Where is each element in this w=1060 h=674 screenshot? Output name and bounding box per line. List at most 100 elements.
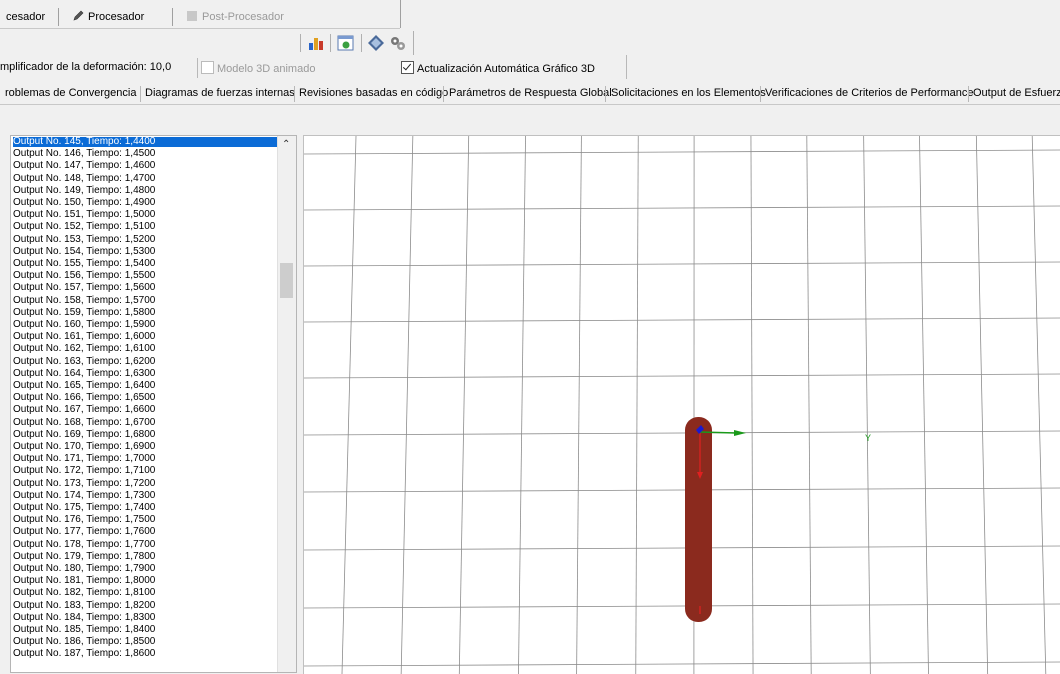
list-item[interactable]: Output No. 170, Tiempo: 1,6900 — [13, 442, 155, 452]
tab-procesador[interactable]: Procesador — [66, 7, 150, 27]
tab-diagramas-fuerzas[interactable]: Diagramas de fuerzas internas — [145, 87, 295, 99]
list-scrollbar[interactable]: ⌃ — [277, 136, 296, 672]
tab-convergencia[interactable]: roblemas de Convergencia — [5, 87, 136, 99]
list-item[interactable]: Output No. 186, Tiempo: 1,8500 — [13, 637, 155, 647]
toolbar-divider — [330, 34, 331, 52]
chart-bar-icon[interactable] — [306, 33, 326, 53]
grid-line — [304, 262, 1060, 266]
grid-line — [518, 136, 525, 674]
list-item[interactable]: Output No. 152, Tiempo: 1,5100 — [13, 222, 155, 232]
tab-frame-edge — [400, 0, 401, 28]
axis-y-arrow — [734, 430, 746, 436]
list-item[interactable]: Output No. 181, Tiempo: 1,8000 — [13, 576, 155, 586]
list-item[interactable]: Output No. 185, Tiempo: 1,8400 — [13, 625, 155, 635]
list-item[interactable]: Output No. 167, Tiempo: 1,6600 — [13, 405, 155, 415]
list-item[interactable]: Output No. 158, Tiempo: 1,5700 — [13, 296, 155, 306]
list-item[interactable]: Output No. 159, Tiempo: 1,5800 — [13, 308, 155, 318]
grid-line — [342, 136, 356, 674]
gears-icon[interactable] — [388, 33, 408, 53]
grid-line — [401, 136, 413, 674]
structural-element — [685, 417, 712, 622]
grid-line — [304, 431, 1060, 435]
diamond-nav-icon[interactable] — [366, 33, 386, 53]
tab-verificaciones-performance[interactable]: Verificaciones de Criterios de Performan… — [765, 87, 973, 99]
list-item[interactable]: Output No. 174, Tiempo: 1,7300 — [13, 491, 155, 501]
list-item[interactable]: Output No. 154, Tiempo: 1,5300 — [13, 247, 155, 257]
checkbox-box — [201, 61, 214, 74]
list-item[interactable]: Output No. 145, Tiempo: 1,4400 — [13, 137, 277, 147]
list-item[interactable]: Output No. 157, Tiempo: 1,5600 — [13, 283, 155, 293]
list-item[interactable]: Output No. 146, Tiempo: 1,4500 — [13, 149, 155, 159]
tab-label: cesador — [6, 11, 45, 23]
list-item[interactable]: Output No. 182, Tiempo: 1,8100 — [13, 588, 155, 598]
grid-line — [751, 136, 753, 674]
list-item[interactable]: Output No. 183, Tiempo: 1,8200 — [13, 601, 155, 611]
axis-y-line — [700, 432, 736, 433]
list-item[interactable]: Output No. 156, Tiempo: 1,5500 — [13, 271, 155, 281]
tab-respuesta-global[interactable]: Parámetros de Respuesta Global — [449, 87, 612, 99]
list-item[interactable]: Output No. 162, Tiempo: 1,6100 — [13, 344, 155, 354]
list-item[interactable]: Output No. 151, Tiempo: 1,5000 — [13, 210, 155, 220]
grid-line — [304, 374, 1060, 378]
list-item[interactable]: Output No. 171, Tiempo: 1,7000 — [13, 454, 155, 464]
tab-divider — [172, 8, 173, 26]
pencil-icon — [72, 9, 84, 21]
list-item[interactable]: Output No. 173, Tiempo: 1,7200 — [13, 479, 155, 489]
animated-model-checkbox[interactable]: Modelo 3D animado — [201, 61, 315, 75]
list-item[interactable]: Output No. 164, Tiempo: 1,6300 — [13, 369, 155, 379]
list-item[interactable]: Output No. 163, Tiempo: 1,6200 — [13, 357, 155, 367]
options-row: mplificador de la deformación: 10,0 Mode… — [0, 55, 1060, 79]
list-item[interactable]: Output No. 155, Tiempo: 1,5400 — [13, 259, 155, 269]
list-item[interactable]: Output No. 160, Tiempo: 1,5900 — [13, 320, 155, 330]
auto-update-3d-checkbox[interactable]: Actualización Automática Gráfico 3D — [401, 61, 595, 75]
grid-line — [920, 136, 929, 674]
tab-revisiones-codigo[interactable]: Revisiones basadas en código — [299, 87, 448, 99]
list-item[interactable]: Output No. 169, Tiempo: 1,6800 — [13, 430, 155, 440]
tab-label: Procesador — [88, 11, 144, 23]
refresh-icon[interactable] — [336, 33, 356, 53]
list-item[interactable]: Output No. 172, Tiempo: 1,7100 — [13, 466, 155, 476]
toolbar-divider — [413, 31, 414, 55]
list-item[interactable]: Output No. 161, Tiempo: 1,6000 — [13, 332, 155, 342]
top-tab-bar: cesador Procesador Post-Procesador — [0, 0, 1060, 30]
list-item[interactable]: Output No. 153, Tiempo: 1,5200 — [13, 235, 155, 245]
list-item[interactable]: Output No. 176, Tiempo: 1,7500 — [13, 515, 155, 525]
list-item[interactable]: Output No. 168, Tiempo: 1,6700 — [13, 418, 155, 428]
tab-divider — [605, 86, 606, 102]
auto-update-3d-label: Actualización Automática Gráfico 3D — [417, 63, 595, 75]
list-item[interactable]: Output No. 149, Tiempo: 1,4800 — [13, 186, 155, 196]
grid-line — [304, 546, 1060, 550]
grid-line — [636, 136, 638, 674]
list-item[interactable]: Output No. 165, Tiempo: 1,6400 — [13, 381, 155, 391]
tab-divider — [443, 86, 444, 102]
chevron-up-icon[interactable]: ⌃ — [282, 139, 290, 150]
grid-line — [807, 136, 811, 674]
list-item[interactable]: Output No. 179, Tiempo: 1,7800 — [13, 552, 155, 562]
list-item[interactable]: Output No. 147, Tiempo: 1,4600 — [13, 161, 155, 171]
list-item[interactable]: Output No. 166, Tiempo: 1,6500 — [13, 393, 155, 403]
tab-output-esfuerzos[interactable]: Output de Esfuerzos — [973, 87, 1060, 99]
scroll-thumb[interactable] — [280, 263, 293, 298]
list-item[interactable]: Output No. 150, Tiempo: 1,4900 — [13, 198, 155, 208]
grid-line — [304, 150, 1060, 154]
tab-post-procesador[interactable]: Post-Procesador — [180, 7, 290, 27]
list-item[interactable]: Output No. 148, Tiempo: 1,4700 — [13, 174, 155, 184]
toolbar-divider — [300, 34, 301, 52]
grid-line — [304, 488, 1060, 492]
3d-viewport[interactable]: Y — [303, 135, 1060, 674]
tab-preprocesador[interactable]: cesador — [0, 7, 51, 27]
tab-solicitaciones[interactable]: Solicitaciones en los Elementos — [611, 87, 766, 99]
deformation-amplifier-label: mplificador de la deformación: 10,0 — [0, 61, 171, 73]
tab-divider — [58, 8, 59, 26]
list-item[interactable]: Output No. 187, Tiempo: 1,8600 — [13, 649, 155, 659]
toolbar-divider — [361, 34, 362, 52]
list-item[interactable]: Output No. 175, Tiempo: 1,7400 — [13, 503, 155, 513]
3d-scene: Y — [304, 136, 1060, 674]
grid-line — [976, 136, 987, 674]
tab-divider — [968, 86, 969, 102]
list-item[interactable]: Output No. 184, Tiempo: 1,8300 — [13, 613, 155, 623]
list-item[interactable]: Output No. 177, Tiempo: 1,7600 — [13, 527, 155, 537]
list-item[interactable]: Output No. 178, Tiempo: 1,7700 — [13, 540, 155, 550]
list-item[interactable]: Output No. 180, Tiempo: 1,7900 — [13, 564, 155, 574]
output-list[interactable]: Output No. 145, Tiempo: 1,4400 Output No.… — [10, 135, 297, 673]
